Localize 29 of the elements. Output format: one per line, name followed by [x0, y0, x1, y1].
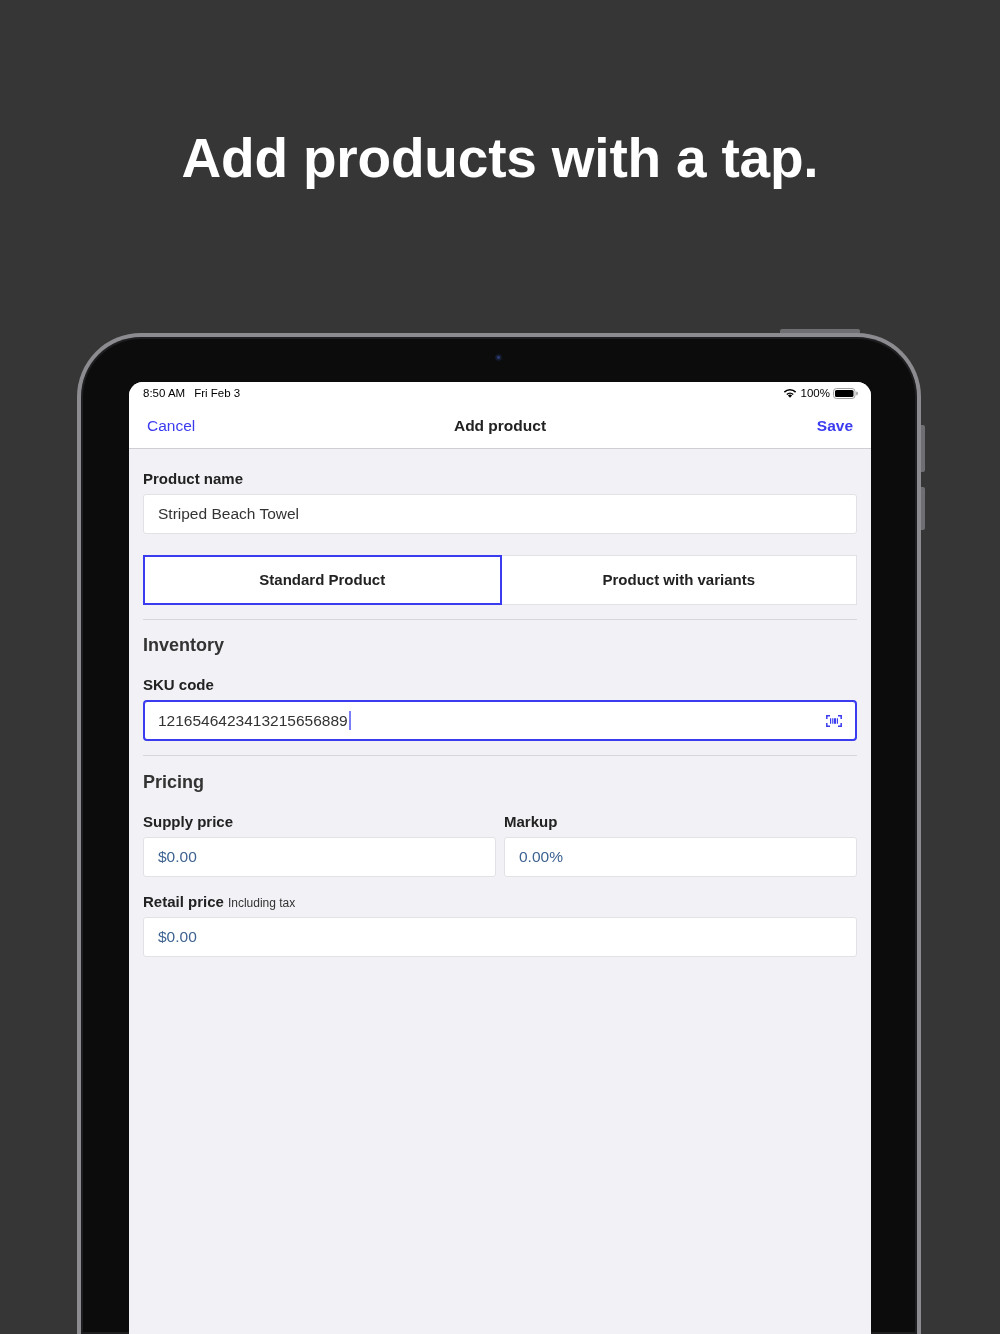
- field-label: SKU code: [143, 676, 214, 694]
- cancel-button[interactable]: Cancel: [147, 416, 196, 436]
- headline: Add products with a tap.: [181, 126, 819, 190]
- status-date: Fri Feb 3: [194, 386, 241, 400]
- field-label: Supply price: [143, 813, 234, 831]
- screen-title: Add product: [453, 416, 547, 436]
- battery-icon: [833, 387, 858, 399]
- barcode-scan-icon[interactable]: [826, 714, 842, 727]
- save-button[interactable]: Save: [816, 416, 853, 436]
- retail-price-field[interactable]: $0.00: [143, 917, 857, 957]
- markup-field[interactable]: 0.00%: [504, 837, 857, 877]
- field-label: Product name: [143, 470, 244, 488]
- segment-tab[interactable]: Standard Product: [143, 555, 502, 605]
- supply-price-field[interactable]: $0.00: [143, 837, 496, 877]
- battery-percentage: 100%: [800, 386, 830, 400]
- text-cursor-icon: [348, 711, 351, 730]
- side-key: [921, 425, 925, 472]
- field-hint: Including tax: [227, 896, 296, 910]
- segment-tab[interactable]: Product with variants: [500, 555, 857, 605]
- sku-field[interactable]: 1216546423413215656889: [143, 700, 857, 741]
- section-heading: Inventory: [143, 634, 225, 656]
- wifi-icon: [782, 388, 797, 398]
- field-label: Markup: [504, 813, 558, 831]
- camera-lens-icon: [495, 354, 502, 361]
- side-key: [921, 487, 925, 530]
- status-time: 8:50 AM: [143, 386, 186, 400]
- product-name-field[interactable]: Striped Beach Towel: [143, 494, 857, 534]
- field-label: Retail price: [143, 893, 224, 911]
- section-heading: Pricing: [143, 771, 204, 793]
